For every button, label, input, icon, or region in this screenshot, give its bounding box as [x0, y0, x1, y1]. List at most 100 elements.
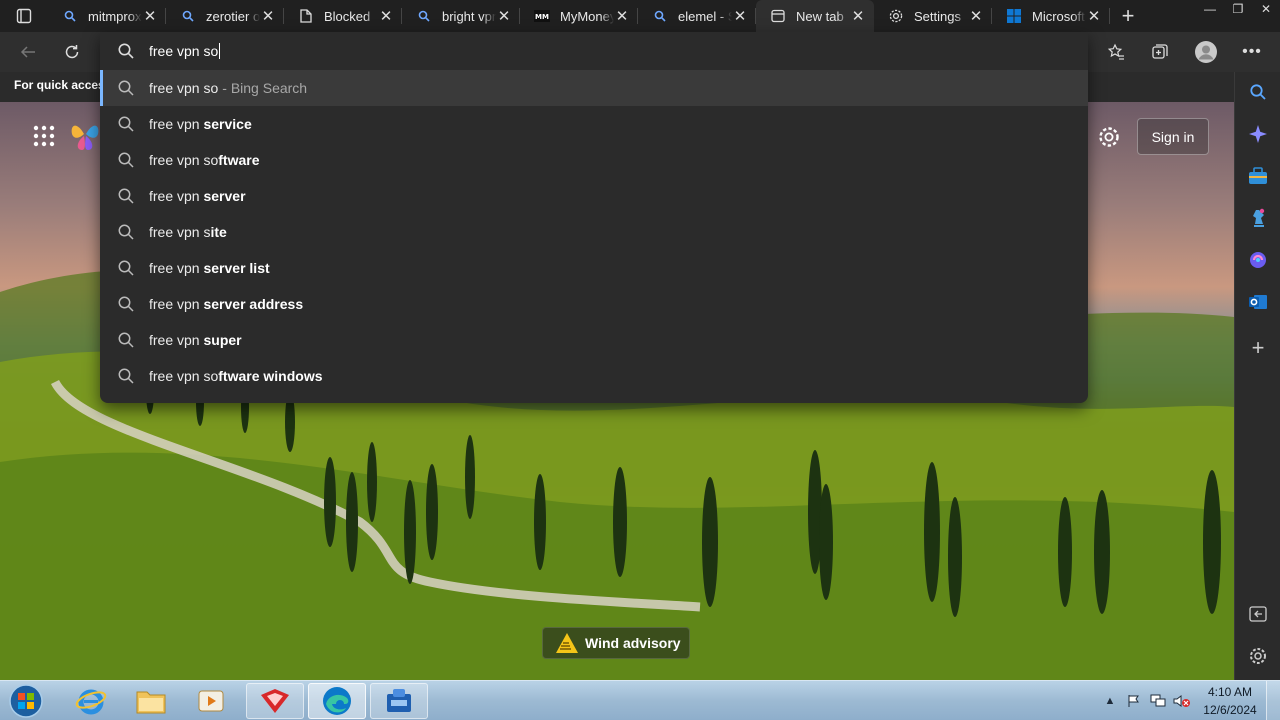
folder-icon	[136, 691, 166, 714]
more-icon: •••	[1242, 43, 1262, 60]
taskbar-edge[interactable]	[308, 683, 366, 719]
close-tab-icon[interactable]: ✕	[732, 8, 748, 25]
address-bar-dropdown: free vpn so free vpn so - Bing Search fre…	[100, 32, 1088, 403]
address-bar[interactable]: free vpn so	[100, 32, 1088, 70]
suggestion-prefix: free vpn	[149, 116, 204, 132]
restore-button[interactable]: ❐	[1224, 0, 1252, 18]
restore-icon: ❐	[1232, 2, 1244, 16]
panel-collapse-icon	[1249, 606, 1267, 622]
sidebar-add-button[interactable]: +	[1246, 335, 1270, 360]
taskbar-internet-explorer[interactable]	[62, 683, 120, 719]
suggestion-item[interactable]: free vpn server	[100, 178, 1088, 214]
tab-8[interactable]: Microsoft ✕	[992, 0, 1110, 32]
suggestion-item[interactable]: free vpn service	[100, 106, 1088, 142]
close-icon: ✕	[1260, 2, 1272, 16]
suggestion-completion: ftware windows	[218, 368, 323, 384]
taskbar-app-blue[interactable]	[370, 683, 428, 719]
suggestion-completion: server address	[203, 296, 304, 312]
start-button[interactable]	[6, 683, 46, 719]
window-controls: — ❐ ✕	[1196, 0, 1280, 18]
sidebar-copilot-button[interactable]	[1246, 122, 1270, 146]
tab-0[interactable]: mitmproxy ✕	[48, 0, 166, 32]
tab-4[interactable]: MM MyMoneyBox ✕	[520, 0, 638, 32]
close-tab-icon[interactable]: ✕	[1086, 8, 1102, 25]
back-button[interactable]	[14, 38, 42, 66]
tab-6[interactable]: New tab ✕	[756, 0, 874, 32]
search-icon	[1250, 84, 1266, 100]
sidebar-copilot-app-button[interactable]	[1246, 248, 1270, 272]
tab-title: bright vpn	[442, 8, 496, 24]
tab-5[interactable]: elemel - Search ✕	[638, 0, 756, 32]
sidebar-settings-button[interactable]	[1246, 644, 1270, 668]
weather-alert-button[interactable]: Wind advisory	[542, 627, 690, 659]
tray-overflow-button[interactable]: ▲	[1098, 681, 1122, 720]
tray-network[interactable]	[1146, 681, 1170, 720]
close-tab-icon[interactable]: ✕	[378, 8, 394, 25]
taskbar-media-player[interactable]	[182, 683, 240, 719]
tab-actions-button[interactable]	[0, 0, 48, 32]
address-input[interactable]: free vpn so	[149, 43, 218, 59]
suggestion-item[interactable]: free vpn super	[100, 322, 1088, 358]
new-tab-button[interactable]: +	[1110, 0, 1146, 32]
text-caret	[219, 43, 221, 59]
suggestion-item[interactable]: free vpn s ite	[100, 214, 1088, 250]
suggestion-item[interactable]: free vpn so ftware windows	[100, 358, 1088, 394]
copilot-icon	[1250, 252, 1266, 268]
suggestion-item[interactable]: free vpn server list	[100, 250, 1088, 286]
edge-sidebar: +	[1234, 72, 1280, 680]
close-tab-icon[interactable]: ✕	[142, 8, 158, 25]
favorites-button[interactable]	[1102, 38, 1130, 66]
taskbar-app-red[interactable]	[246, 683, 304, 719]
page-settings-gear-icon[interactable]	[1096, 124, 1122, 150]
refresh-button[interactable]	[58, 38, 86, 66]
blue-app-icon	[387, 689, 411, 712]
search-icon	[118, 332, 134, 348]
settings-menu-button[interactable]: •••	[1238, 38, 1266, 66]
chevron-up-icon: ▲	[1104, 695, 1116, 707]
sidebar-games-button[interactable]	[1246, 206, 1270, 230]
suggestion-completion: server	[203, 188, 246, 204]
sidebar-hide-button[interactable]	[1246, 602, 1270, 626]
apps-launcher-icon[interactable]	[32, 124, 56, 148]
minimize-button[interactable]: —	[1196, 0, 1224, 18]
tab-3[interactable]: bright vpn ✕	[402, 0, 520, 32]
suggestion-item[interactable]: free vpn so ftware	[100, 142, 1088, 178]
close-tab-icon[interactable]: ✕	[260, 8, 276, 25]
sidebar-outlook-button[interactable]	[1246, 290, 1270, 314]
suggestion-completion: ite	[210, 224, 227, 240]
clock-time: 4:10 AM	[1207, 685, 1253, 699]
close-tab-icon[interactable]: ✕	[496, 8, 512, 25]
gear-icon	[1250, 648, 1266, 664]
show-desktop-button[interactable]	[1266, 681, 1280, 720]
suggestion-prefix: free vpn so	[149, 152, 219, 168]
sidebar-search-button[interactable]	[1246, 80, 1270, 104]
suggestion-item[interactable]: free vpn so - Bing Search	[100, 70, 1088, 106]
tab-1[interactable]: zerotier one ✕	[166, 0, 284, 32]
taskbar-clock[interactable]: 4:10 AM 12/6/2024	[1194, 683, 1266, 719]
edge-browser-icon	[323, 687, 351, 715]
taskbar-file-explorer[interactable]	[122, 683, 180, 719]
sign-in-button[interactable]: Sign in	[1137, 118, 1209, 155]
close-tab-icon[interactable]: ✕	[614, 8, 630, 25]
tab-7[interactable]: Settings ✕	[874, 0, 992, 32]
search-icon	[652, 8, 668, 24]
speaker-muted-icon	[1173, 695, 1190, 707]
tray-volume[interactable]	[1170, 681, 1194, 720]
avatar-icon	[1195, 41, 1217, 63]
close-tab-icon[interactable]: ✕	[968, 8, 984, 25]
sparkle-icon	[1249, 125, 1267, 143]
suggestion-item[interactable]: free vpn server address	[100, 286, 1088, 322]
tab-2[interactable]: Blocked ✕	[284, 0, 402, 32]
star-list-icon	[1107, 43, 1124, 60]
tab-title: mitmproxy	[88, 8, 142, 24]
search-icon	[118, 188, 134, 204]
collections-button[interactable]	[1146, 38, 1174, 66]
tray-action-center[interactable]	[1122, 681, 1146, 720]
suggestion-prefix: free vpn s	[149, 224, 211, 240]
search-icon	[118, 296, 134, 312]
tab-title: Microsoft	[1032, 8, 1085, 24]
sidebar-tools-button[interactable]	[1246, 164, 1270, 188]
profile-button[interactable]	[1192, 38, 1220, 66]
close-tab-icon[interactable]: ✕	[850, 8, 866, 25]
close-window-button[interactable]: ✕	[1252, 0, 1280, 18]
